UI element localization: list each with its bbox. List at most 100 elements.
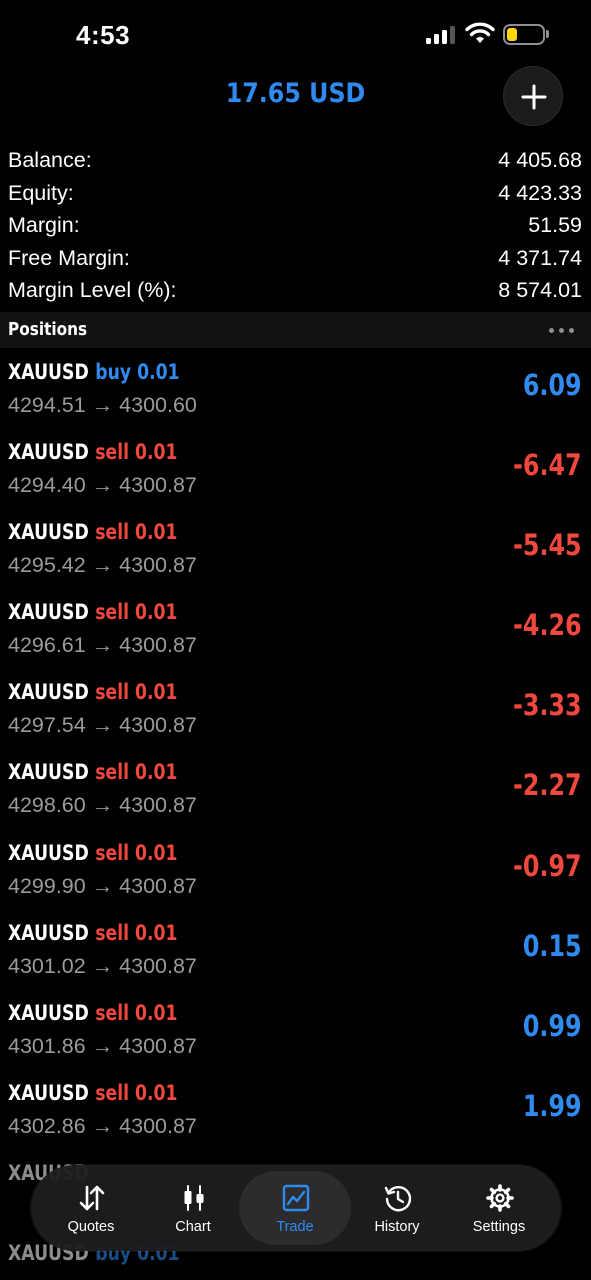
position-profit: -6.47 (513, 448, 582, 483)
tab-quotes[interactable]: Quotes (35, 1171, 147, 1245)
wifi-icon (465, 22, 495, 43)
position-row[interactable]: XAUUSD sell 0.01 4301.02 → 4300.87 0.15 (0, 913, 591, 993)
position-profit: -2.27 (513, 768, 582, 803)
bottom-tab-bar: Quotes Chart Trade History Settings (31, 1165, 561, 1251)
position-symbol: XAUUSD (8, 1000, 89, 1025)
position-prices: 4302.86 → 4300.87 (8, 1113, 197, 1138)
margin-level-value: 8 574.01 (498, 278, 582, 303)
free-margin-label: Free Margin: (8, 245, 130, 270)
position-prices: 4294.51 → 4300.60 (8, 393, 197, 417)
tab-settings-label: Settings (472, 1219, 526, 1235)
position-side-volume: sell 0.01 (95, 440, 178, 465)
positions-title: Positions (8, 319, 88, 340)
position-symbol: XAUUSD (8, 440, 89, 465)
battery-tip (546, 30, 549, 38)
more-options-icon[interactable] (549, 328, 574, 333)
new-order-button[interactable] (503, 66, 563, 126)
position-prices: 4299.90 → 4300.87 (8, 873, 197, 898)
trend-chart-icon (282, 1184, 310, 1212)
position-symbol: XAUUSD (8, 760, 89, 785)
balance-row: Balance: 4 405.68 (8, 144, 582, 177)
position-side-volume: sell 0.01 (95, 840, 178, 865)
position-prices: 4301.86 → 4300.87 (8, 1033, 197, 1058)
equity-value: 4 423.33 (498, 180, 582, 205)
gear-icon (486, 1184, 514, 1212)
positions-list: XAUUSD buy 0.01 4294.51 → 4300.60 6.09 XAUUS… (0, 352, 591, 1280)
quotes-arrows-icon (79, 1185, 105, 1211)
position-profit: 6.09 (523, 368, 582, 402)
equity-row: Equity: 4 423.33 (8, 177, 582, 210)
tab-quotes-label: Quotes (67, 1219, 115, 1235)
position-side-volume: buy 0.01 (95, 360, 180, 384)
position-symbol: XAUUSD (8, 600, 89, 625)
position-header: XAUUSD sell 0.01 (8, 520, 178, 544)
position-side-volume: sell 0.01 (95, 1080, 178, 1105)
status-time: 4:53 (76, 20, 131, 50)
position-symbol: XAUUSD (8, 1080, 89, 1105)
margin-value: 51.59 (528, 213, 582, 238)
position-row[interactable]: XAUUSD sell 0.01 4302.86 → 4300.87 1.99 (0, 1073, 591, 1153)
cellular-signal-icon (426, 26, 458, 44)
position-profit: 0.15 (523, 928, 582, 963)
position-prices: 4295.42 → 4300.87 (8, 553, 197, 578)
position-symbol: XAUUSD (8, 360, 89, 384)
balance-value: 4 405.68 (498, 148, 582, 172)
position-symbol: XAUUSD (8, 520, 89, 545)
position-side-volume: sell 0.01 (95, 520, 178, 545)
tab-chart-label: Chart (175, 1219, 211, 1235)
position-row[interactable]: XAUUSD sell 0.01 4296.61 → 4300.87 -4.26 (0, 592, 591, 672)
equity-label: Equity: (8, 180, 74, 205)
free-margin-value: 4 371.74 (498, 245, 582, 270)
position-row[interactable]: XAUUSD sell 0.01 4297.54 → 4300.87 -3.33 (0, 672, 591, 752)
status-bar: 4:53 (0, 0, 591, 70)
position-side-volume: sell 0.01 (95, 680, 178, 705)
position-side-volume: sell 0.01 (95, 920, 178, 945)
tab-trade[interactable]: Trade (239, 1171, 351, 1245)
position-profit: 0.99 (523, 1008, 582, 1043)
margin-level-row: Margin Level (%): 8 574.01 (8, 274, 582, 307)
position-header: XAUUSD sell 0.01 (8, 680, 178, 704)
position-symbol: XAUUSD (8, 840, 89, 865)
position-row[interactable]: XAUUSD sell 0.01 4301.86 → 4300.87 0.99 (0, 993, 591, 1073)
position-prices: 4294.40 → 4300.87 (8, 473, 197, 498)
position-header: XAUUSD sell 0.01 (8, 921, 178, 945)
account-summary: Balance: 4 405.68 Equity: 4 423.33 Margi… (8, 144, 582, 307)
tab-chart[interactable]: Chart (137, 1171, 249, 1245)
position-header: XAUUSD sell 0.01 (8, 760, 178, 784)
floating-profit-total: 17.65 USD (225, 78, 366, 109)
position-row[interactable]: XAUUSD sell 0.01 4295.42 → 4300.87 -5.45 (0, 512, 591, 592)
position-side-volume: sell 0.01 (95, 600, 178, 625)
free-margin-row: Free Margin: 4 371.74 (8, 242, 582, 275)
candlestick-icon (184, 1185, 204, 1211)
battery-icon (503, 24, 545, 45)
position-header: XAUUSD sell 0.01 (8, 600, 178, 624)
position-profit: -3.33 (513, 688, 582, 723)
position-side-volume: sell 0.01 (95, 760, 178, 785)
position-header: XAUUSD sell 0.01 (8, 841, 178, 865)
position-prices: 4297.54 → 4300.87 (8, 713, 197, 738)
position-prices: 4296.61 → 4300.87 (8, 633, 197, 658)
margin-row: Margin: 51.59 (8, 209, 582, 242)
position-profit: 1.99 (523, 1088, 582, 1123)
position-row[interactable]: XAUUSD sell 0.01 4298.60 → 4300.87 -2.27 (0, 752, 591, 832)
positions-section-header: Positions (0, 312, 591, 348)
tab-history[interactable]: History (341, 1171, 453, 1245)
history-clock-icon (384, 1186, 412, 1212)
position-header: XAUUSD buy 0.01 (8, 360, 180, 384)
position-prices: 4301.02 → 4300.87 (8, 953, 197, 978)
plus-icon (521, 84, 547, 110)
position-profit: -4.26 (513, 608, 582, 643)
margin-level-label: Margin Level (%): (8, 278, 177, 303)
position-profit: -0.97 (513, 848, 582, 883)
margin-label: Margin: (8, 213, 80, 238)
position-side-volume: sell 0.01 (95, 1000, 178, 1025)
position-profit: -5.45 (513, 528, 582, 563)
position-symbol: XAUUSD (8, 680, 89, 705)
position-row[interactable]: XAUUSD sell 0.01 4294.40 → 4300.87 -6.47 (0, 432, 591, 512)
position-header: XAUUSD sell 0.01 (8, 1081, 178, 1105)
tab-settings[interactable]: Settings (443, 1171, 555, 1245)
position-row[interactable]: XAUUSD sell 0.01 4299.90 → 4300.87 -0.97 (0, 833, 591, 913)
position-row[interactable]: XAUUSD buy 0.01 4294.51 → 4300.60 6.09 (0, 352, 591, 432)
balance-label: Balance: (8, 148, 92, 172)
position-header: XAUUSD sell 0.01 (8, 440, 178, 464)
